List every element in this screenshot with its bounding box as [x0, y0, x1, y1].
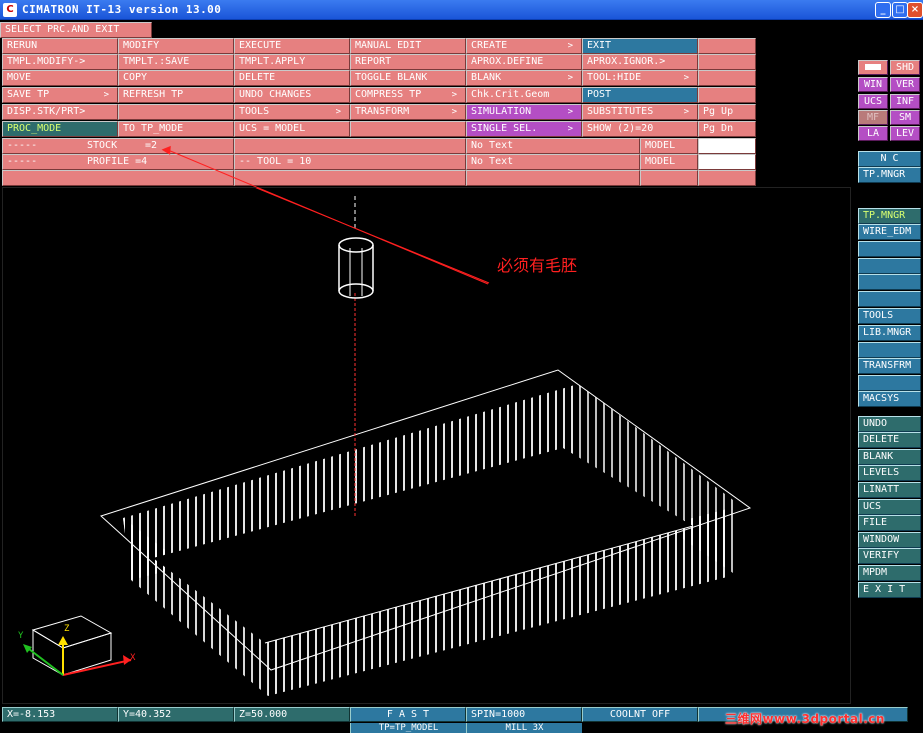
display-mode-status[interactable]: F A S T	[350, 707, 466, 722]
tp-model-status: TP=TP_MODEL	[350, 723, 466, 733]
x-coordinate: X=-8.153	[2, 707, 118, 722]
annotation-arrow-overlay	[161, 145, 489, 285]
watermark: 三维网www.3dportal.cn	[725, 712, 885, 726]
mill-mode-status: MILL 3X	[466, 723, 582, 733]
spin-status[interactable]: SPIN=1000	[466, 707, 582, 722]
y-coordinate: Y=40.352	[118, 707, 234, 722]
z-coordinate: Z=50.000	[234, 707, 350, 722]
coolant-status[interactable]: COOLNT OFF	[582, 707, 698, 722]
cimatron-window: C CIMATRON IT-13 version 13.00 _ □ × SEL…	[0, 0, 923, 733]
